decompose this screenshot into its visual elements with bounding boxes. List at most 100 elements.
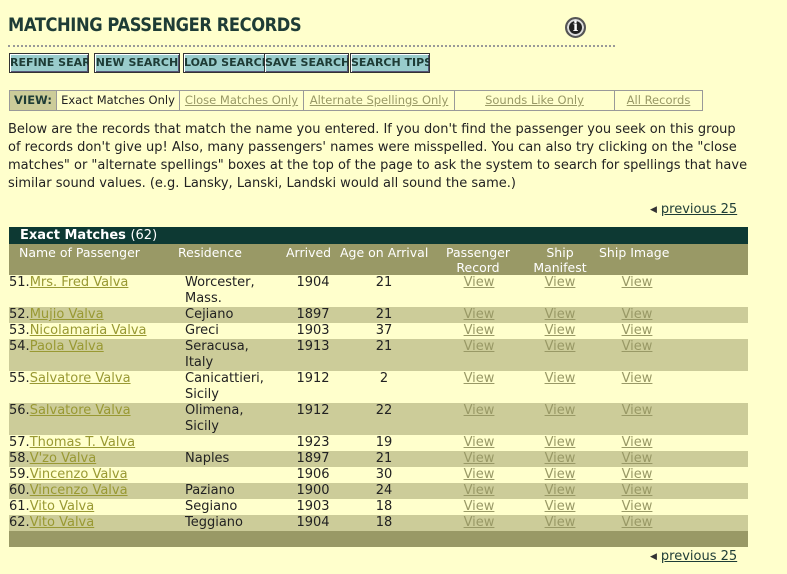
ship-image-link[interactable]: View <box>622 371 653 386</box>
col-residence: Residence <box>178 245 242 260</box>
results-body: 51.Mrs. Fred Valva Worcester, Mass. 1904 21… <box>9 275 748 531</box>
col-name: Name of Passenger <box>19 245 140 260</box>
arrived: 1903 <box>296 499 330 514</box>
arrived: 1900 <box>296 483 330 498</box>
passenger-record-link[interactable]: View <box>464 467 495 482</box>
table-row: 51.Mrs. Fred Valva Worcester, Mass. 1904 21… <box>9 275 748 307</box>
ship-manifest-link[interactable]: View <box>545 339 576 354</box>
tab-alternate-spellings[interactable]: Alternate Spellings Only <box>303 90 455 111</box>
passenger-record-link[interactable]: View <box>464 515 495 530</box>
passenger-record-link[interactable]: View <box>464 323 495 338</box>
passenger-name-link[interactable]: Vito Valva <box>30 499 95 514</box>
passenger-record-link[interactable]: View <box>464 435 495 450</box>
results-header: Name of Passenger Residence Arrived Age … <box>9 244 748 275</box>
previous-page-link-bottom[interactable]: ◀ previous 25 <box>650 549 737 564</box>
view-filter-bar: VIEW: Exact Matches Only Close Matches O… <box>9 90 703 111</box>
residence: Canicattieri, Sicily <box>185 371 264 402</box>
tab-all-records[interactable]: All Records <box>614 90 703 111</box>
load-search-button[interactable]: LOAD SEARCH <box>183 53 268 73</box>
table-row: 61.Vito Valva Segiano 1903 18 View View View <box>9 499 748 515</box>
save-search-button[interactable]: SAVE SEARCH <box>264 53 349 73</box>
age-on-arrival: 21 <box>375 451 393 466</box>
ship-image-link[interactable]: View <box>622 307 653 322</box>
tab-close-matches[interactable]: Close Matches Only <box>179 90 304 111</box>
tab-sounds-like[interactable]: Sounds Like Only <box>454 90 615 111</box>
ship-image-link[interactable]: View <box>622 435 653 450</box>
passenger-name-link[interactable]: Mujio Valva <box>30 307 104 322</box>
info-icon[interactable]: i <box>565 17 586 38</box>
row-number: 59.Vincenzo Valva <box>9 467 128 482</box>
ship-manifest-link[interactable]: View <box>545 403 576 418</box>
passenger-record-link[interactable]: View <box>464 451 495 466</box>
previous-page-link-top[interactable]: ◀ previous 25 <box>650 202 737 217</box>
arrived: 1897 <box>296 451 330 466</box>
passenger-name-link[interactable]: Salvatore Valva <box>30 403 131 418</box>
ship-manifest-link[interactable]: View <box>545 371 576 386</box>
age-on-arrival: 19 <box>375 435 393 450</box>
row-number: 57.Thomas T. Valva <box>9 435 136 450</box>
ship-image-link[interactable]: View <box>622 403 653 418</box>
ship-image-link[interactable]: View <box>622 451 653 466</box>
passenger-name-link[interactable]: Nicolamaria Valva <box>30 323 147 338</box>
passenger-record-link[interactable]: View <box>464 499 495 514</box>
passenger-record-link[interactable]: View <box>464 339 495 354</box>
residence: Segiano <box>185 499 238 514</box>
table-row: 55.Salvatore Valva Canicattieri, Sicily 19… <box>9 371 748 403</box>
passenger-name-link[interactable]: Salvatore Valva <box>30 371 131 386</box>
passenger-record-link[interactable]: View <box>464 307 495 322</box>
ship-image-link[interactable]: View <box>622 275 653 290</box>
left-arrow-icon: ◀ <box>650 205 657 215</box>
ship-manifest-link[interactable]: View <box>545 483 576 498</box>
arrived: 1903 <box>296 323 330 338</box>
residence: Seracusa, Italy <box>185 339 249 370</box>
passenger-record-link[interactable]: View <box>464 403 495 418</box>
residence: Greci <box>185 323 219 338</box>
ship-manifest-link[interactable]: View <box>545 307 576 322</box>
new-search-button[interactable]: NEW SEARCH <box>94 53 180 73</box>
ship-image-link[interactable]: View <box>622 515 653 530</box>
page-title: MATCHING PASSENGER RECORDS <box>8 14 302 36</box>
row-number: 60.Vincenzo Valva <box>9 483 128 498</box>
residence: Paziano <box>185 483 235 498</box>
ship-image-link[interactable]: View <box>622 483 653 498</box>
row-number: 62.Vito Valva <box>9 515 95 530</box>
table-row: 53.Nicolamaria Valva Greci 1903 37 View View V… <box>9 323 748 339</box>
table-row: 57.Thomas T. Valva 1923 19 View View View <box>9 435 748 451</box>
passenger-name-link[interactable]: Vincenzo Valva <box>30 467 128 482</box>
ship-image-link[interactable]: View <box>622 499 653 514</box>
tab-exact-matches[interactable]: Exact Matches Only <box>56 90 180 111</box>
passenger-name-link[interactable]: Vito Valva <box>30 515 95 530</box>
search-tips-button[interactable]: SEARCH TIPS <box>350 53 430 73</box>
residence: Teggiano <box>185 515 244 530</box>
ship-image-link[interactable]: View <box>622 323 653 338</box>
row-number: 53.Nicolamaria Valva <box>9 323 147 338</box>
ship-manifest-link[interactable]: View <box>545 515 576 530</box>
ship-manifest-link[interactable]: View <box>545 451 576 466</box>
passenger-name-link[interactable]: Thomas T. Valva <box>30 435 135 450</box>
ship-image-link[interactable]: View <box>622 467 653 482</box>
col-ship-manifest: Ship Manifest <box>533 245 587 275</box>
residence: Olimena, Sicily <box>185 403 244 434</box>
arrived: 1912 <box>296 403 330 418</box>
age-on-arrival: 18 <box>375 515 393 530</box>
ship-manifest-link[interactable]: View <box>545 275 576 290</box>
results-title: Exact Matches (62) <box>9 227 748 244</box>
residence: Cejiano <box>185 307 234 322</box>
passenger-record-link[interactable]: View <box>464 275 495 290</box>
divider <box>8 45 615 47</box>
results-footer <box>9 531 748 547</box>
passenger-record-link[interactable]: View <box>464 371 495 386</box>
ship-manifest-link[interactable]: View <box>545 435 576 450</box>
ship-manifest-link[interactable]: View <box>545 323 576 338</box>
ship-image-link[interactable]: View <box>622 339 653 354</box>
passenger-name-link[interactable]: Vincenzo Valva <box>30 483 128 498</box>
passenger-name-link[interactable]: Mrs. Fred Valva <box>30 275 129 290</box>
ship-manifest-link[interactable]: View <box>545 467 576 482</box>
age-on-arrival: 30 <box>375 467 393 482</box>
passenger-name-link[interactable]: Paola Valva <box>30 339 104 354</box>
passenger-name-link[interactable]: V'zo Valva <box>30 451 97 466</box>
ship-manifest-link[interactable]: View <box>545 499 576 514</box>
passenger-record-link[interactable]: View <box>464 483 495 498</box>
col-passenger-record: Passenger Record <box>445 245 511 275</box>
refine-search-button[interactable]: REFINE SEARCH <box>9 53 89 73</box>
